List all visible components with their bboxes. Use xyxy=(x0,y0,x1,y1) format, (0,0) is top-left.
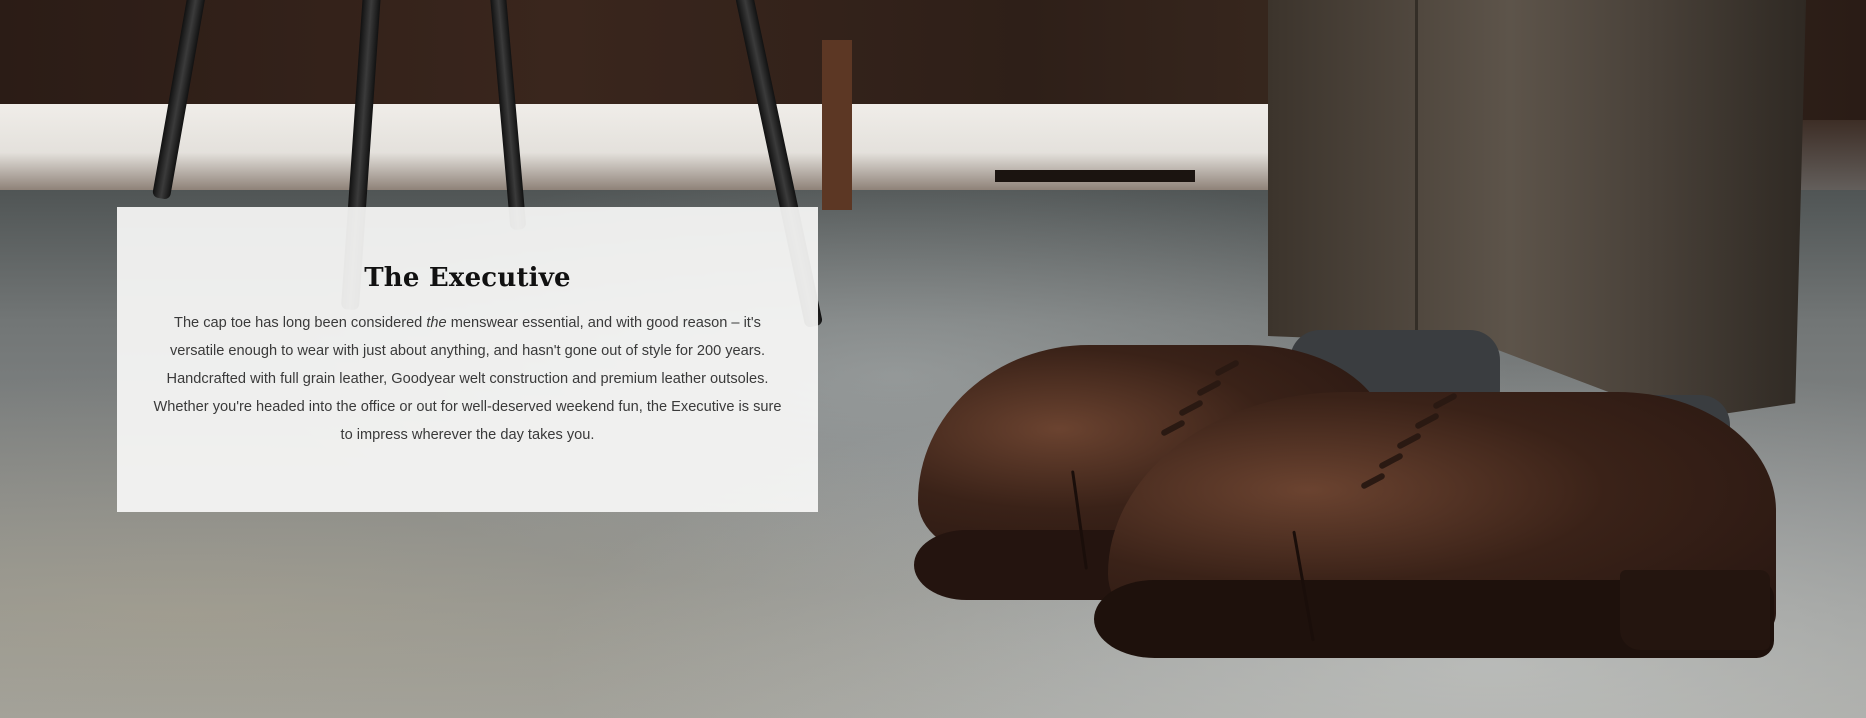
description-emphasis: the xyxy=(426,315,447,331)
stool-base xyxy=(995,170,1195,182)
trouser-crease xyxy=(1415,0,1418,350)
shoe-right-heel xyxy=(1620,570,1770,650)
stool-leg xyxy=(822,40,852,210)
description-text: menswear essential, and with good reason… xyxy=(153,315,782,443)
product-title: The Executive xyxy=(364,263,571,293)
product-info-card: The Executive The cap toe has long been … xyxy=(117,207,818,512)
hero-banner: The Executive The cap toe has long been … xyxy=(0,0,1866,718)
description-text: The cap toe has long been considered xyxy=(174,315,427,331)
product-description: The cap toe has long been considered the… xyxy=(153,309,782,449)
